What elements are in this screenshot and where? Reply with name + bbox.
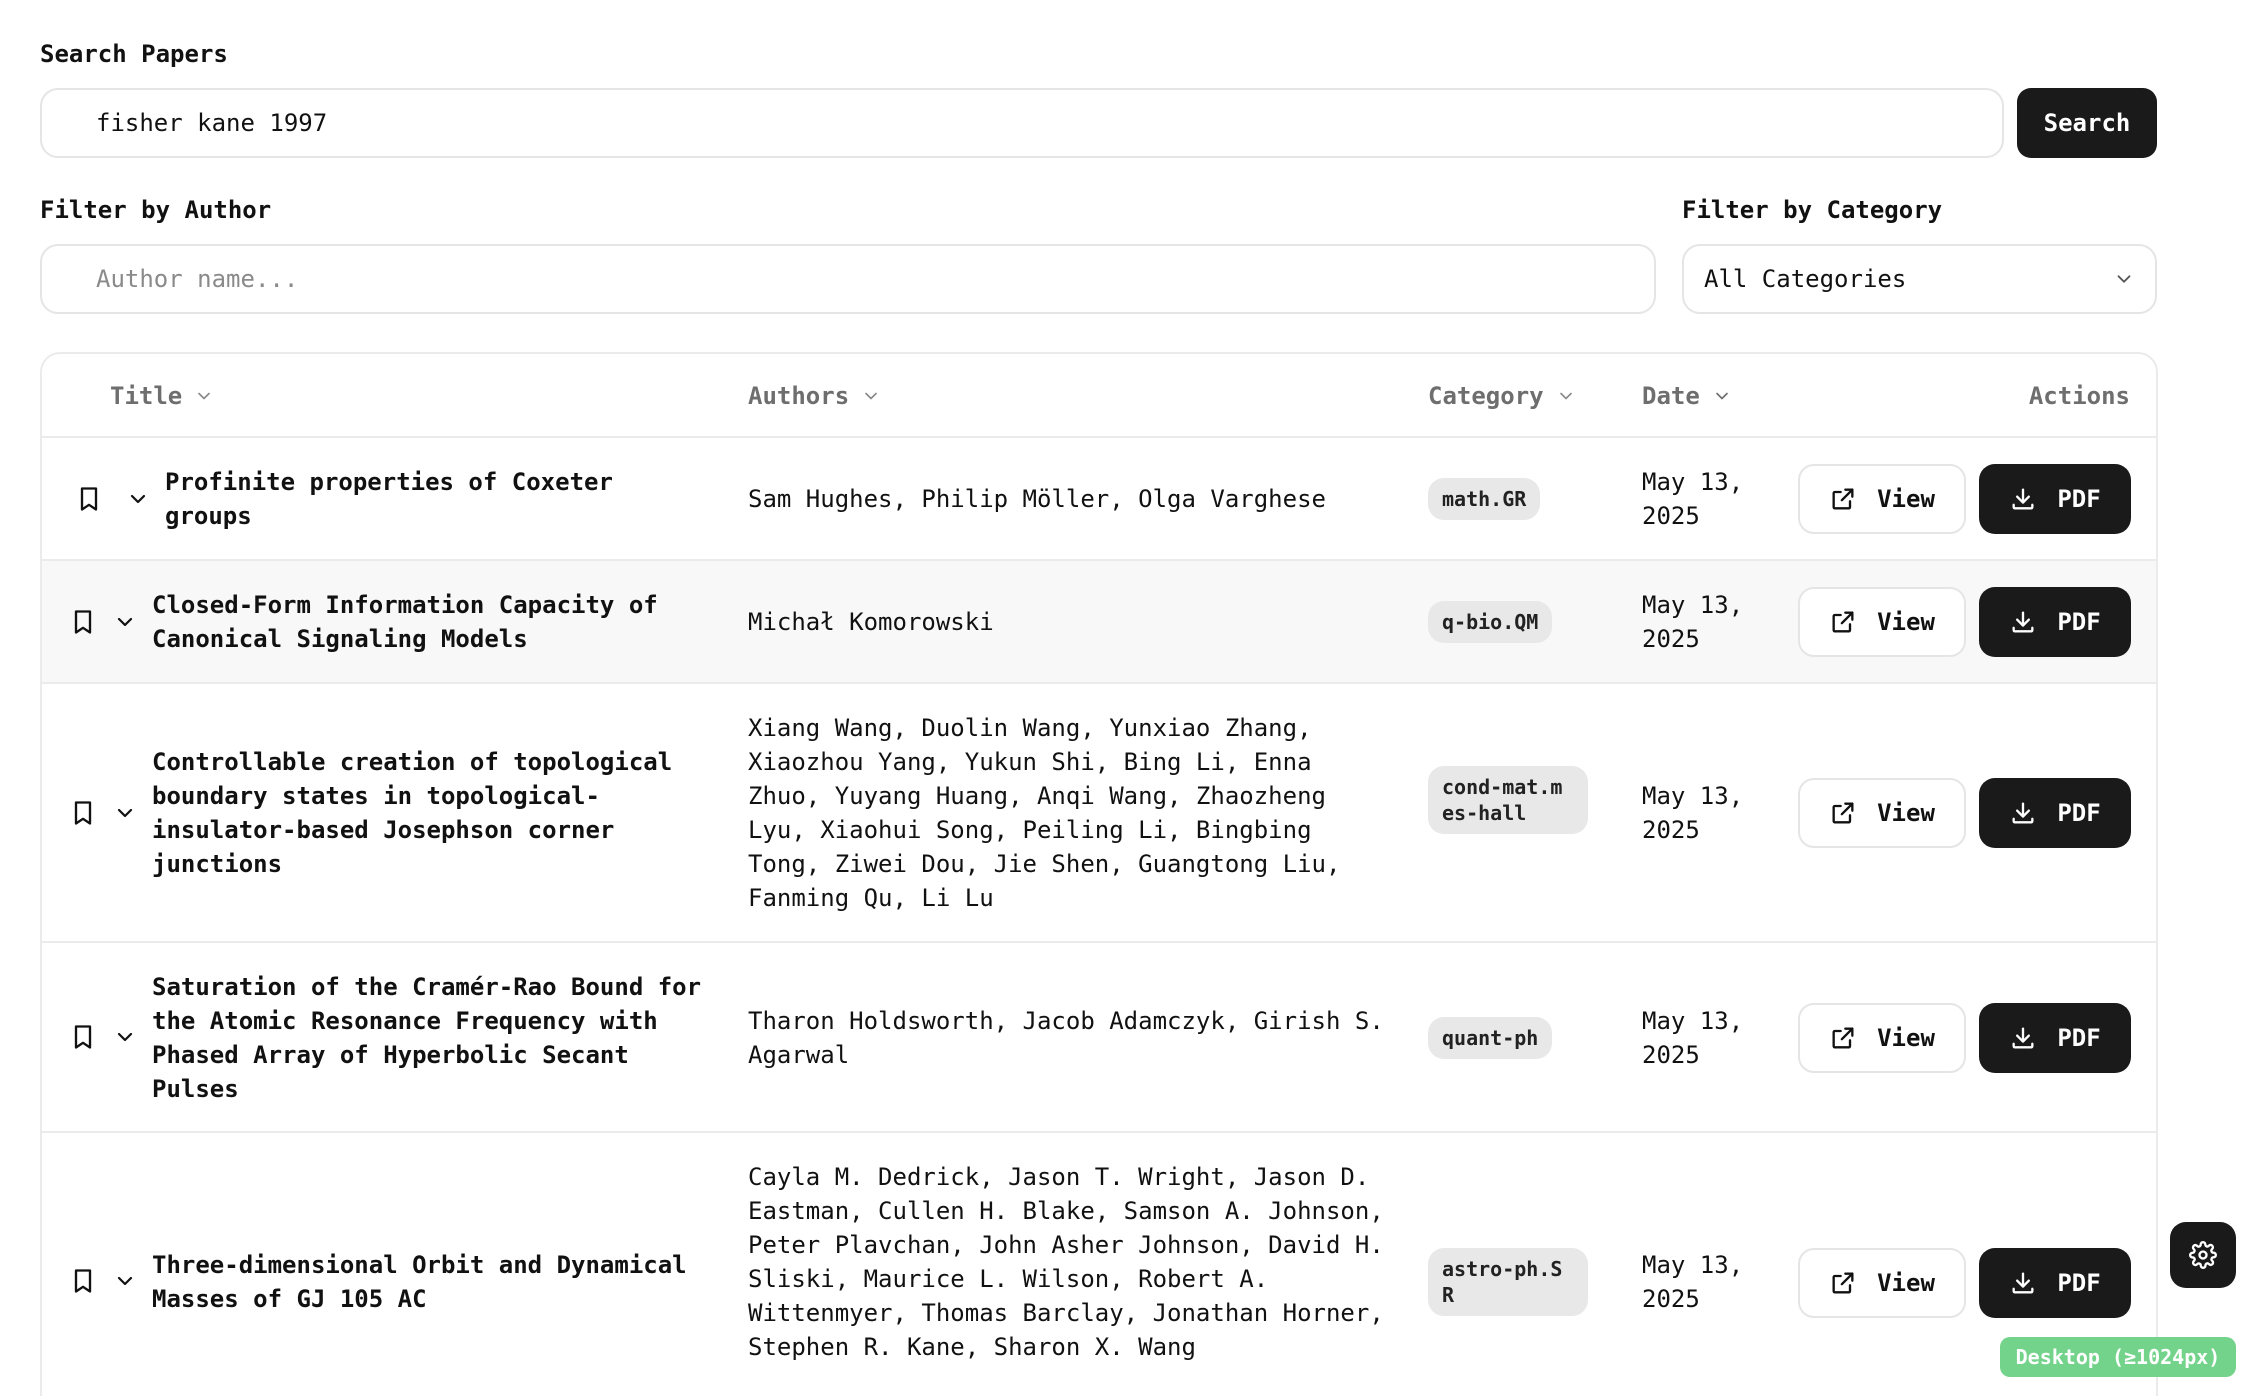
search-label: Search Papers bbox=[40, 40, 228, 68]
paper-title: Saturation of the Cramér-Rao Bound for t… bbox=[152, 973, 702, 1103]
expand-chevron-icon[interactable] bbox=[113, 1025, 137, 1049]
pdf-download-button[interactable]: PDF bbox=[1979, 778, 2131, 848]
table-row: Saturation of the Cramér-Rao Bound for t… bbox=[42, 943, 2156, 1133]
bookmark-icon[interactable] bbox=[75, 485, 103, 513]
paper-title: Closed-Form Information Capacity of Cano… bbox=[152, 591, 658, 653]
external-link-icon bbox=[1832, 488, 1854, 510]
viewport-badge: Desktop (≥1024px) bbox=[2000, 1337, 2236, 1377]
paper-date: May 13, 2025 bbox=[1642, 1251, 1744, 1313]
view-button[interactable]: View bbox=[1798, 778, 1966, 848]
bookmark-icon[interactable] bbox=[69, 1267, 97, 1295]
category-cell: math.GR bbox=[1428, 478, 1541, 520]
paper-date: May 13, 2025 bbox=[1642, 782, 1744, 844]
view-button[interactable]: View bbox=[1798, 587, 1966, 657]
pdf-download-button[interactable]: PDF bbox=[1979, 1248, 2131, 1318]
pdf-download-button[interactable]: PDF bbox=[1979, 587, 2131, 657]
external-link-icon bbox=[1832, 611, 1854, 633]
chevron-down-icon bbox=[2117, 275, 2131, 283]
external-link-icon bbox=[1832, 1272, 1854, 1294]
paper-authors: Xiang Wang, Duolin Wang, Yunxiao Zhang, … bbox=[748, 714, 1341, 912]
paper-date: May 13, 2025 bbox=[1642, 1007, 1744, 1069]
view-button-label: View bbox=[1877, 1269, 1935, 1297]
category-select-value: All Categories bbox=[1704, 265, 1907, 293]
view-button-label: View bbox=[1877, 485, 1935, 513]
chevron-down-icon bbox=[198, 392, 211, 400]
category-badge: math.GR bbox=[1428, 478, 1541, 520]
sort-category-header[interactable]: Category bbox=[1428, 354, 1576, 438]
chevron-down-icon bbox=[1559, 392, 1572, 400]
expand-chevron-icon[interactable] bbox=[113, 610, 137, 634]
table-header: Title Authors Category Date Actions bbox=[42, 354, 2156, 438]
paper-authors: Sam Hughes, Philip Möller, Olga Varghese bbox=[748, 485, 1326, 513]
sort-title-header[interactable]: Title bbox=[110, 354, 214, 438]
view-button-label: View bbox=[1877, 799, 1935, 827]
paper-date: May 13, 2025 bbox=[1642, 468, 1744, 530]
pdf-button-label: PDF bbox=[2057, 799, 2101, 827]
header-title-label: Title bbox=[110, 382, 183, 410]
view-button[interactable]: View bbox=[1798, 1248, 1966, 1318]
category-filter-label: Filter by Category bbox=[1682, 196, 1943, 224]
view-button[interactable]: View bbox=[1798, 1003, 1966, 1073]
paper-authors: Michał Komorowski bbox=[748, 608, 994, 636]
search-button[interactable]: Search bbox=[2017, 88, 2157, 158]
papers-table: Title Authors Category Date Actions Prof… bbox=[40, 352, 2158, 1396]
search-input[interactable] bbox=[40, 88, 2004, 158]
pdf-button-label: PDF bbox=[2057, 1024, 2101, 1052]
bookmark-icon[interactable] bbox=[69, 799, 97, 827]
view-button-label: View bbox=[1877, 1024, 1935, 1052]
table-row: Three-dimensional Orbit and Dynamical Ma… bbox=[42, 1133, 2156, 1396]
settings-button[interactable] bbox=[2170, 1222, 2236, 1288]
pdf-button-label: PDF bbox=[2057, 1269, 2101, 1297]
category-badge: astro-ph.SR bbox=[1428, 1248, 1588, 1316]
category-select[interactable]: All Categories bbox=[1682, 244, 2157, 314]
header-category-label: Category bbox=[1428, 382, 1544, 410]
bookmark-icon[interactable] bbox=[69, 608, 97, 636]
paper-title: Profinite properties of Coxeter groups bbox=[165, 468, 613, 530]
view-button[interactable]: View bbox=[1798, 464, 1966, 534]
external-link-icon bbox=[1832, 802, 1854, 824]
header-authors-label: Authors bbox=[748, 382, 850, 410]
external-link-icon bbox=[1832, 1027, 1854, 1049]
download-icon bbox=[2012, 1027, 2034, 1049]
paper-title: Controllable creation of topological bou… bbox=[152, 748, 673, 878]
author-filter-label: Filter by Author bbox=[40, 196, 272, 224]
pdf-download-button[interactable]: PDF bbox=[1979, 1003, 2131, 1073]
pdf-download-button[interactable]: PDF bbox=[1979, 464, 2131, 534]
paper-authors: Cayla M. Dedrick, Jason T. Wright, Jason… bbox=[748, 1163, 1384, 1361]
category-cell: cond-mat.mes-hall bbox=[1428, 766, 1588, 834]
expand-chevron-icon[interactable] bbox=[113, 1269, 137, 1293]
table-row: Profinite properties of Coxeter groups S… bbox=[42, 438, 2156, 561]
chevron-down-icon bbox=[1715, 392, 1728, 400]
view-button-label: View bbox=[1877, 608, 1935, 636]
paper-authors: Tharon Holdsworth, Jacob Adamczyk, Giris… bbox=[748, 1007, 1384, 1069]
header-actions-label: Actions bbox=[2028, 382, 2130, 410]
category-badge: cond-mat.mes-hall bbox=[1428, 766, 1588, 834]
download-icon bbox=[2012, 1272, 2034, 1294]
sort-authors-header[interactable]: Authors bbox=[748, 354, 881, 438]
paper-date: May 13, 2025 bbox=[1642, 591, 1744, 653]
download-icon bbox=[2012, 611, 2034, 633]
table-row: Closed-Form Information Capacity of Cano… bbox=[42, 561, 2156, 684]
category-badge: quant-ph bbox=[1428, 1017, 1553, 1059]
category-cell: q-bio.QM bbox=[1428, 601, 1553, 643]
pdf-button-label: PDF bbox=[2057, 608, 2101, 636]
table-row: Controllable creation of topological bou… bbox=[42, 684, 2156, 943]
page: Search Papers Search Filter by Author Fi… bbox=[0, 0, 2256, 1396]
author-filter-input[interactable] bbox=[40, 244, 1656, 314]
download-icon bbox=[2012, 802, 2034, 824]
header-date-label: Date bbox=[1642, 382, 1700, 410]
gear-icon bbox=[2189, 1241, 2217, 1269]
category-badge: q-bio.QM bbox=[1428, 601, 1553, 643]
chevron-down-icon bbox=[865, 392, 877, 400]
category-cell: astro-ph.SR bbox=[1428, 1248, 1588, 1316]
bookmark-icon[interactable] bbox=[69, 1023, 97, 1051]
paper-title: Three-dimensional Orbit and Dynamical Ma… bbox=[152, 1251, 687, 1313]
pdf-button-label: PDF bbox=[2057, 485, 2101, 513]
expand-chevron-icon[interactable] bbox=[126, 487, 150, 511]
download-icon bbox=[2012, 488, 2034, 510]
sort-date-header[interactable]: Date bbox=[1642, 354, 1732, 438]
category-cell: quant-ph bbox=[1428, 1017, 1553, 1059]
expand-chevron-icon[interactable] bbox=[113, 801, 137, 825]
